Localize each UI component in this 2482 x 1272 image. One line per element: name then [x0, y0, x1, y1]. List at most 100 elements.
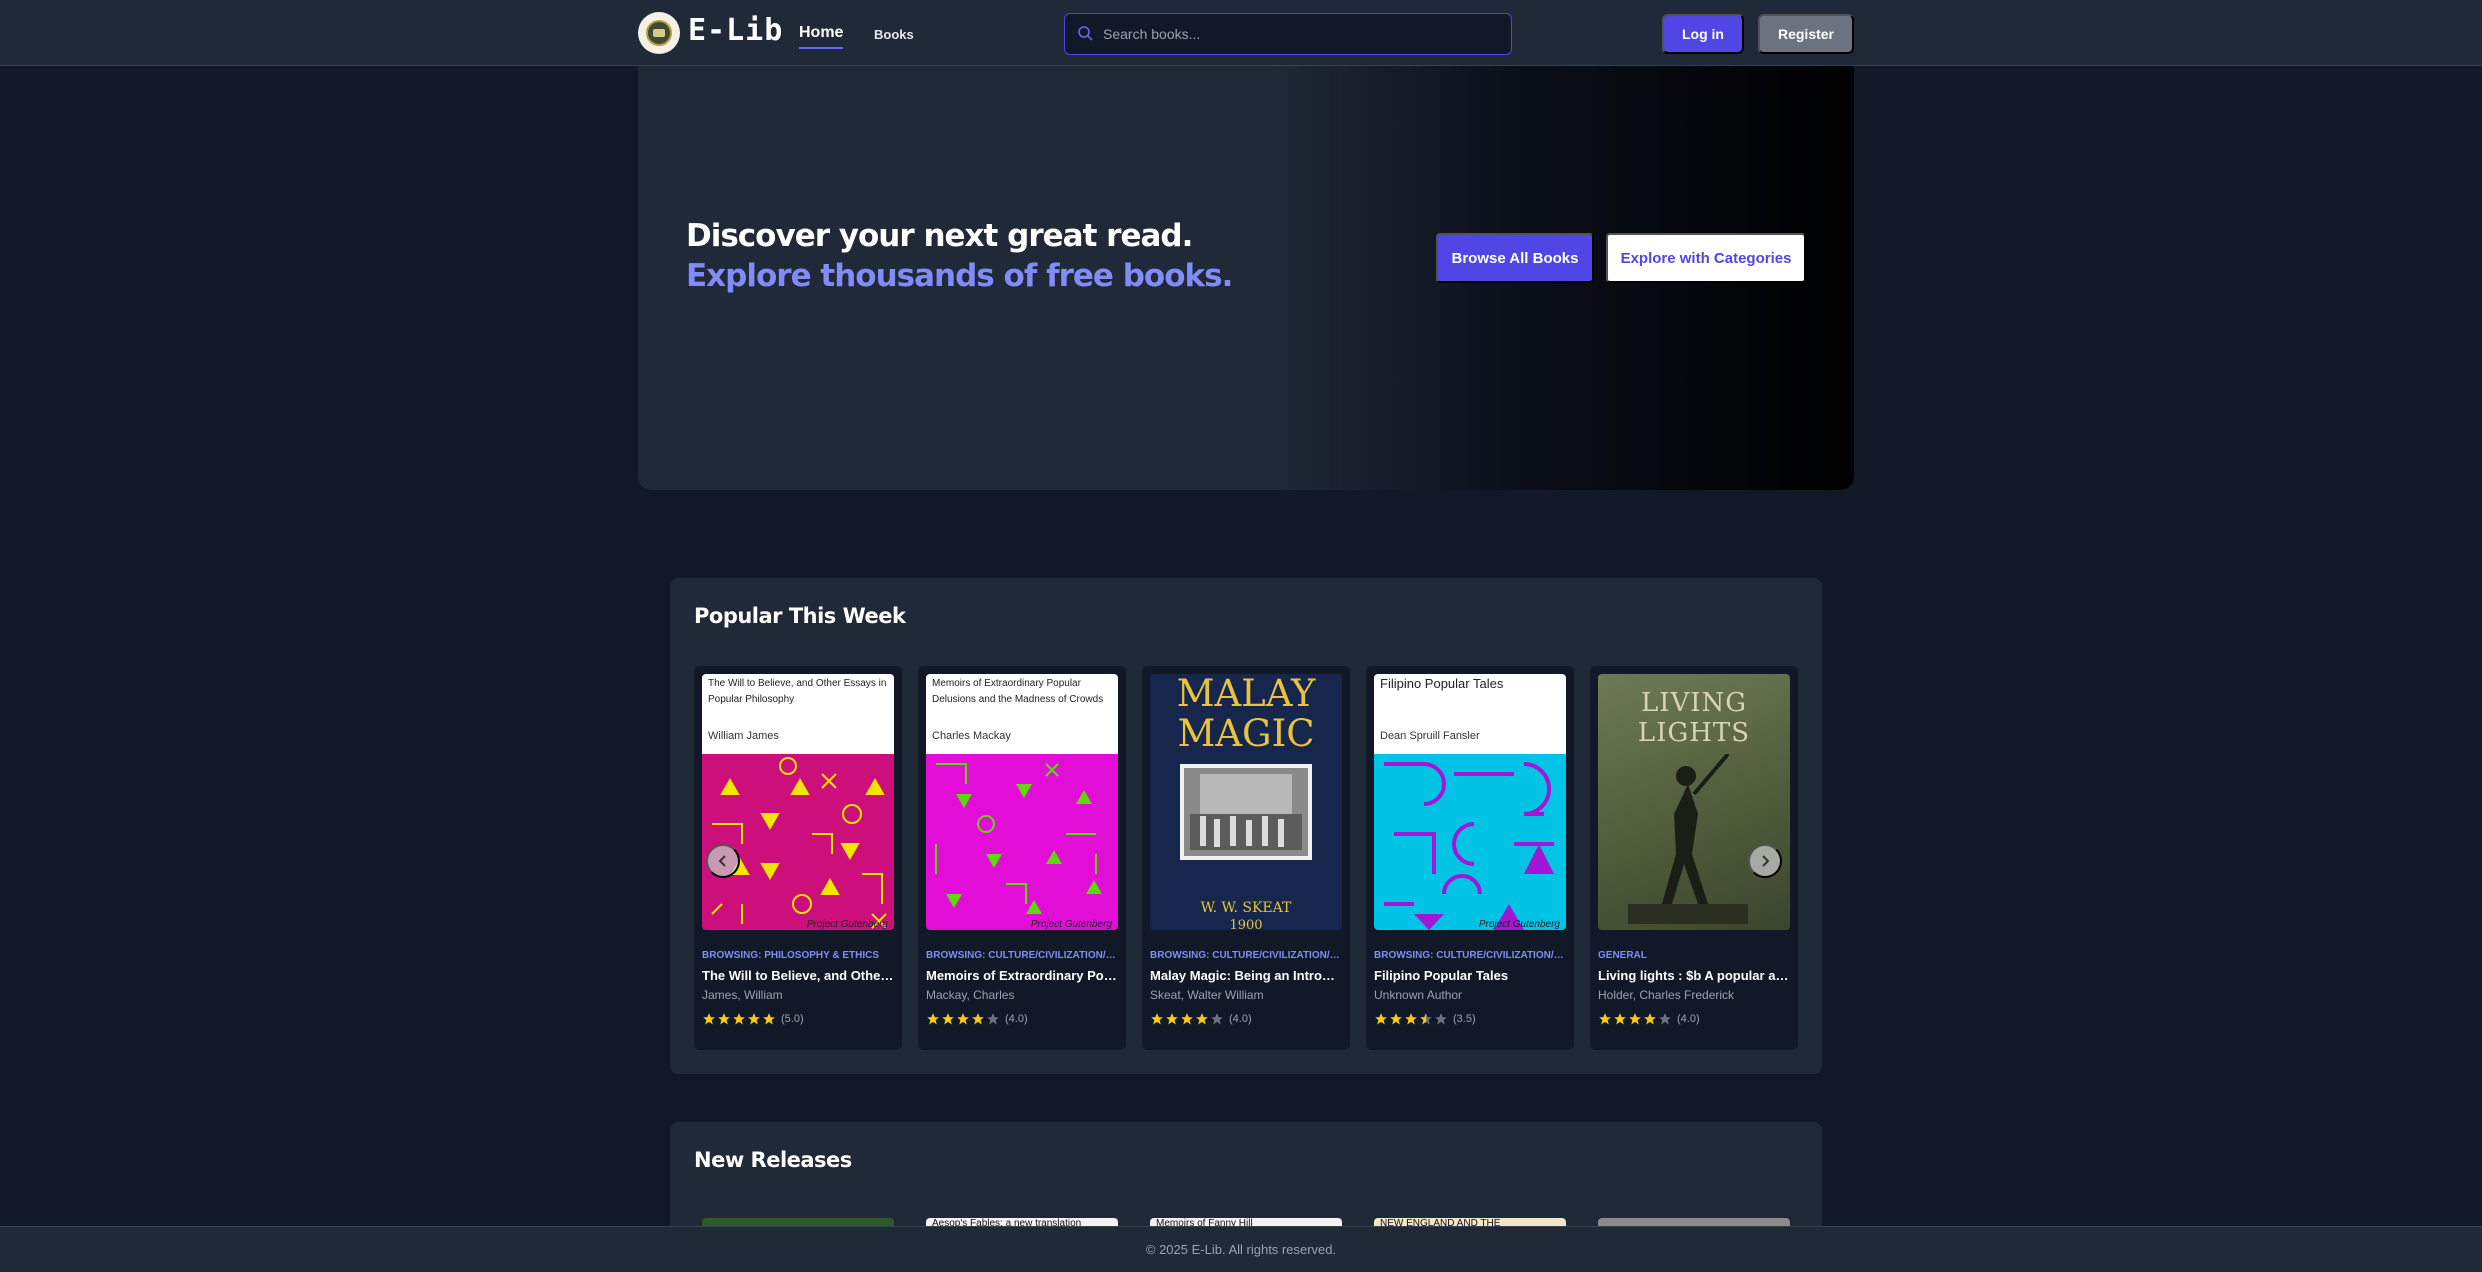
book-genre[interactable]: BROWSING: CULTURE/CIVILIZATION/SOCIETY	[1374, 950, 1566, 961]
cover-title-text: Filipino Popular Tales	[1380, 676, 1504, 691]
rating-value: (4.0)	[1229, 1013, 1252, 1025]
star-empty-icon	[1211, 1013, 1223, 1025]
cover-illustration	[1628, 754, 1748, 924]
section-title-new-releases: New Releases	[694, 1148, 852, 1172]
cover-footer-text: Project Gutenberg	[806, 919, 888, 930]
rating-value: (4.0)	[1005, 1013, 1028, 1025]
carousel-next-button[interactable]	[1748, 844, 1782, 878]
star-filled-icon	[763, 1013, 775, 1025]
rating-value: (3.5)	[1453, 1013, 1476, 1025]
book-rating: (4.0)	[1598, 1011, 1700, 1027]
cover-author-text: Dean Spruill Fansler	[1380, 730, 1480, 742]
book-genre[interactable]: BROWSING: CULTURE/CIVILIZATION/SOCIETY	[926, 950, 1118, 961]
star-filled-icon	[1599, 1013, 1611, 1025]
nav-link-home[interactable]: Home	[799, 24, 844, 49]
star-filled-icon	[1196, 1013, 1208, 1025]
browse-all-books-button[interactable]: Browse All Books	[1436, 233, 1594, 283]
cover-title-text: Memoirs of Extraordinary Popular Delusio…	[932, 678, 1104, 705]
book-title[interactable]: The Will to Believe, and Other Essays in…	[702, 968, 894, 983]
cover-author-text: W. W. SKEAT	[1200, 900, 1292, 916]
chevron-right-icon	[1762, 855, 1770, 867]
star-filled-icon	[1629, 1013, 1641, 1025]
book-card[interactable]: Filipino Popular Tales Dean Spruill Fans…	[1366, 666, 1574, 1050]
book-title[interactable]: Memoirs of Extraordinary Popular Delusio…	[926, 968, 1118, 983]
login-button[interactable]: Log in	[1662, 14, 1744, 54]
star-empty-icon	[987, 1013, 999, 1025]
book-cover[interactable]: Memoirs of Extraordinary Popular Delusio…	[926, 674, 1118, 930]
cover-title-text: The Will to Believe, and Other Essays in…	[708, 678, 887, 705]
cover-title-text: LIVING LIGHTS	[1637, 688, 1751, 748]
star-filled-icon	[733, 1013, 745, 1025]
star-empty-icon	[1659, 1013, 1671, 1025]
footer-copyright: © 2025 E-Lib. All rights reserved.	[1145, 1242, 1337, 1257]
rating-value: (5.0)	[781, 1013, 804, 1025]
book-author: Mackay, Charles	[926, 988, 1015, 1002]
book-rating: (4.0)	[926, 1011, 1028, 1027]
register-button[interactable]: Register	[1758, 14, 1854, 54]
star-half-icon	[1420, 1013, 1432, 1025]
book-title[interactable]: Living lights : $b A popular account	[1598, 968, 1790, 983]
cover-title-text: MALAY MAGIC	[1176, 674, 1316, 755]
cover-footer-text: 1900	[1229, 918, 1263, 930]
book-author: Unknown Author	[1374, 988, 1463, 1002]
book-title[interactable]: Malay Magic: Being an Introduction	[1150, 968, 1342, 983]
cover-author-text: William James	[708, 730, 779, 742]
book-card[interactable]: MALAY MAGIC W. W. SKEAT 1900 BROWSING: C…	[1142, 666, 1350, 1050]
book-rating: (4.0)	[1150, 1011, 1252, 1027]
cover-photo	[1180, 764, 1312, 860]
nav-link-books[interactable]: Books	[874, 27, 914, 42]
cover-pattern	[702, 754, 894, 930]
book-rating: (3.5)	[1374, 1011, 1476, 1027]
book-author: Holder, Charles Frederick	[1598, 988, 1735, 1002]
star-filled-icon	[1644, 1013, 1656, 1025]
logo-icon[interactable]	[638, 12, 680, 54]
star-filled-icon	[1166, 1013, 1178, 1025]
star-filled-icon	[957, 1013, 969, 1025]
explore-categories-button[interactable]: Explore with Categories	[1606, 233, 1806, 283]
cover-footer-text: Project Gutenberg	[1478, 919, 1560, 930]
book-rating: (5.0)	[702, 1011, 804, 1027]
star-empty-icon	[1435, 1013, 1447, 1025]
book-cover[interactable]: The Will to Believe, and Other Essays in…	[702, 674, 894, 930]
book-author: Skeat, Walter William	[1150, 988, 1264, 1002]
popular-section: Popular This Week The Will to Believe, a…	[670, 578, 1822, 1074]
navbar: E-Lib Home Books Log in Register	[0, 0, 2482, 66]
star-filled-icon	[1181, 1013, 1193, 1025]
book-card[interactable]: Memoirs of Extraordinary Popular Delusio…	[918, 666, 1126, 1050]
cover-pattern	[926, 754, 1118, 930]
star-filled-icon	[927, 1013, 939, 1025]
star-filled-icon	[1390, 1013, 1402, 1025]
cover-author-text: Charles Mackay	[932, 730, 1011, 742]
star-filled-icon	[942, 1013, 954, 1025]
book-cover[interactable]: Filipino Popular Tales Dean Spruill Fans…	[1374, 674, 1566, 930]
search-input[interactable]	[1103, 14, 1503, 53]
star-filled-icon	[972, 1013, 984, 1025]
rating-value: (4.0)	[1677, 1013, 1700, 1025]
star-filled-icon	[1405, 1013, 1417, 1025]
footer: © 2025 E-Lib. All rights reserved.	[0, 1226, 2482, 1272]
hero-subheadline: Explore thousands of free books.	[686, 258, 1233, 294]
star-filled-icon	[703, 1013, 715, 1025]
brand-name[interactable]: E-Lib	[688, 13, 783, 48]
navbar-inner: E-Lib Home Books Log in Register	[638, 0, 1854, 66]
book-genre[interactable]: GENERAL	[1598, 950, 1790, 961]
carousel-prev-button[interactable]	[706, 844, 740, 878]
search-icon	[1078, 26, 1093, 41]
book-cover[interactable]: MALAY MAGIC W. W. SKEAT 1900	[1150, 674, 1342, 930]
star-filled-icon	[1375, 1013, 1387, 1025]
chevron-left-icon	[718, 855, 726, 867]
star-filled-icon	[1614, 1013, 1626, 1025]
star-filled-icon	[718, 1013, 730, 1025]
search-box[interactable]	[1064, 13, 1512, 55]
cover-pattern	[1374, 754, 1566, 930]
section-title-popular: Popular This Week	[694, 604, 906, 628]
book-genre[interactable]: BROWSING: PHILOSOPHY & ETHICS	[702, 950, 894, 961]
book-genre[interactable]: BROWSING: CULTURE/CIVILIZATION/SOCIETY	[1150, 950, 1342, 961]
star-filled-icon	[1151, 1013, 1163, 1025]
hero-headline: Discover your next great read.	[686, 218, 1193, 254]
book-author: James, William	[702, 988, 783, 1002]
cover-footer-text: Project Gutenberg	[1030, 919, 1112, 930]
star-filled-icon	[748, 1013, 760, 1025]
book-cover[interactable]: LIVING LIGHTS	[1598, 674, 1790, 930]
book-title[interactable]: Filipino Popular Tales	[1374, 968, 1566, 983]
